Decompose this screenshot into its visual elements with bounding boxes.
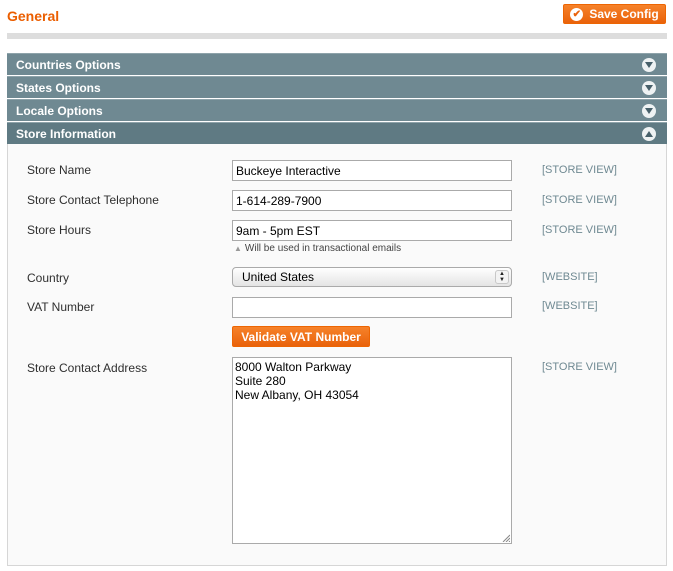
page-title: General [7,8,60,24]
address-line: New Albany, OH 43054 [235,388,359,402]
scope-badge: [WEBSITE] [542,271,598,283]
store-address-textarea[interactable]: 8000 Walton Parkway Suite 280 New Albany… [232,357,512,544]
scope-badge: [STORE VIEW] [542,194,617,206]
scope-badge: [STORE VIEW] [542,224,617,236]
country-select[interactable]: United States ▲ ▼ [232,267,512,287]
select-arrows-icon: ▲ ▼ [495,270,509,284]
header-divider [7,33,667,39]
section-label: Store Information [16,126,117,141]
store-name-input[interactable] [232,160,512,181]
vat-number-label: VAT Number [27,300,95,314]
section-label: Countries Options [16,57,121,72]
chevron-up-icon[interactable] [642,127,656,141]
vat-number-input[interactable] [232,297,512,318]
section-countries-options[interactable]: Countries Options [7,53,667,75]
store-telephone-label: Store Contact Telephone [27,193,159,207]
country-label: Country [27,271,70,285]
save-config-label: Save Config [589,7,659,21]
store-name-label: Store Name [27,163,92,177]
section-locale-options[interactable]: Locale Options [7,99,667,121]
validate-vat-button[interactable]: Validate VAT Number [232,326,370,347]
country-selected-value: United States [242,270,315,284]
note-text: Will be used in transactional emails [244,243,402,254]
section-states-options[interactable]: States Options [7,76,667,98]
checkmark-icon: ✔ [570,7,584,21]
scope-badge: [STORE VIEW] [542,164,617,176]
scope-badge: [STORE VIEW] [542,361,617,373]
chevron-down-icon[interactable] [642,81,656,95]
chevron-down-icon[interactable] [642,58,656,72]
save-config-button[interactable]: ✔ Save Config [563,4,666,24]
store-telephone-input[interactable] [232,190,512,211]
store-hours-input[interactable] [232,220,512,241]
scope-badge: [WEBSITE] [542,300,598,312]
resize-grip-icon[interactable] [502,534,510,542]
address-line: 8000 Walton Parkway [235,360,352,374]
chevron-down-icon[interactable] [642,104,656,118]
store-hours-label: Store Hours [27,223,92,237]
section-label: Locale Options [16,103,103,118]
store-hours-note: ▲ Will be used in transactional emails [234,243,401,254]
section-label: States Options [16,80,101,95]
config-page: General ✔ Save Config Countries Options … [0,0,673,571]
triangle-up-icon: ▲ [234,244,242,253]
store-address-label: Store Contact Address [27,361,148,375]
address-line: Suite 280 [235,374,286,388]
section-store-information[interactable]: Store Information [7,122,667,144]
